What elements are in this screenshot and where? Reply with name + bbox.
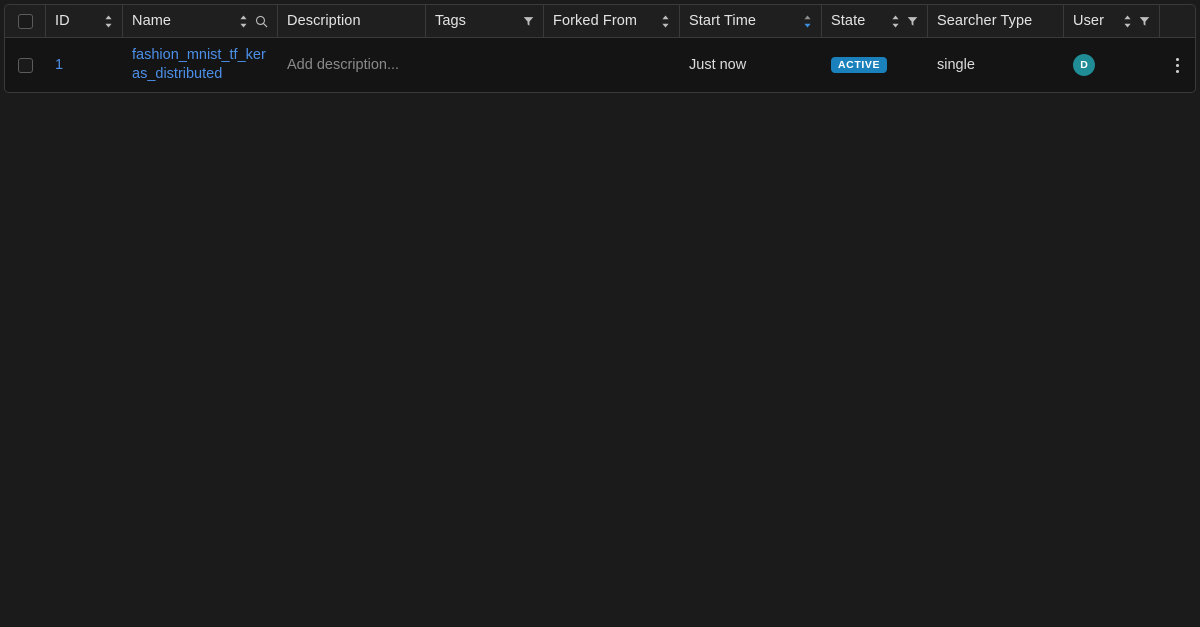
column-header-select-all <box>5 5 46 37</box>
start-time-value: Just now <box>689 57 747 73</box>
status-badge: ACTIVE <box>831 56 888 74</box>
row-select-cell <box>5 38 46 92</box>
column-label-searcher-type: Searcher Type <box>937 13 1033 29</box>
cell-state: ACTIVE <box>822 38 928 92</box>
cell-actions <box>1160 38 1195 92</box>
column-header-tags[interactable]: Tags <box>426 5 544 37</box>
column-icons-user <box>1123 15 1150 28</box>
sort-icon[interactable] <box>239 15 248 28</box>
column-header-description: Description <box>278 5 426 37</box>
cell-start-time: Just now <box>680 38 822 92</box>
select-all-checkbox[interactable] <box>17 13 33 29</box>
column-header-name[interactable]: Name <box>123 5 278 37</box>
row-checkbox[interactable] <box>18 57 33 73</box>
cell-tags[interactable] <box>426 38 544 92</box>
filter-icon[interactable] <box>907 16 918 27</box>
column-label-forked-from: Forked From <box>553 13 638 29</box>
add-description-field[interactable]: Add description... <box>287 57 399 73</box>
column-label-start-time: Start Time <box>689 13 757 29</box>
table-body: 1 fashion_mnist_tf_keras_distributed Add… <box>5 38 1195 92</box>
column-icons-state <box>891 15 918 28</box>
search-icon[interactable] <box>255 15 268 28</box>
sort-icon-active-desc[interactable] <box>803 15 812 28</box>
experiment-id-link[interactable]: 1 <box>55 57 63 73</box>
column-label-user: User <box>1073 13 1105 29</box>
column-header-start-time[interactable]: Start Time <box>680 5 822 37</box>
cell-name: fashion_mnist_tf_keras_distributed <box>123 38 278 92</box>
experiments-table-page: ID Name Description Tags Forked From Sta… <box>0 0 1200 627</box>
column-header-id[interactable]: ID <box>46 5 123 37</box>
cell-description: Add description... <box>278 38 426 92</box>
avatar[interactable]: D <box>1073 54 1095 76</box>
sort-icon[interactable] <box>104 15 113 28</box>
cell-searcher-type: single <box>928 38 1064 92</box>
column-label-id: ID <box>55 13 70 29</box>
cell-user: D <box>1064 38 1160 92</box>
filter-icon[interactable] <box>523 16 534 27</box>
filter-icon[interactable] <box>1139 16 1150 27</box>
experiment-name-link[interactable]: fashion_mnist_tf_keras_distributed <box>132 46 269 84</box>
column-label-state: State <box>831 13 866 29</box>
column-icons-start-time <box>803 15 812 28</box>
sort-icon[interactable] <box>661 15 670 28</box>
table-header-row: ID Name Description Tags Forked From Sta… <box>5 5 1195 38</box>
column-icons-id <box>104 15 113 28</box>
column-header-actions <box>1160 5 1195 37</box>
column-icons-tags <box>523 16 534 27</box>
column-header-forked-from[interactable]: Forked From <box>544 5 680 37</box>
cell-forked-from <box>544 38 680 92</box>
column-label-description: Description <box>287 13 361 29</box>
column-icons-forked-from <box>661 15 670 28</box>
cell-id: 1 <box>46 38 123 92</box>
column-header-searcher-type: Searcher Type <box>928 5 1064 37</box>
column-header-state[interactable]: State <box>822 5 928 37</box>
column-header-user[interactable]: User <box>1064 5 1160 37</box>
searcher-type-value: single <box>937 57 975 73</box>
column-label-tags: Tags <box>435 13 467 29</box>
table-row[interactable]: 1 fashion_mnist_tf_keras_distributed Add… <box>5 38 1195 92</box>
experiments-table: ID Name Description Tags Forked From Sta… <box>4 4 1196 93</box>
more-vertical-icon[interactable] <box>1168 53 1188 77</box>
column-icons-name <box>239 15 268 28</box>
sort-icon[interactable] <box>891 15 900 28</box>
column-label-name: Name <box>132 13 172 29</box>
sort-icon[interactable] <box>1123 15 1132 28</box>
